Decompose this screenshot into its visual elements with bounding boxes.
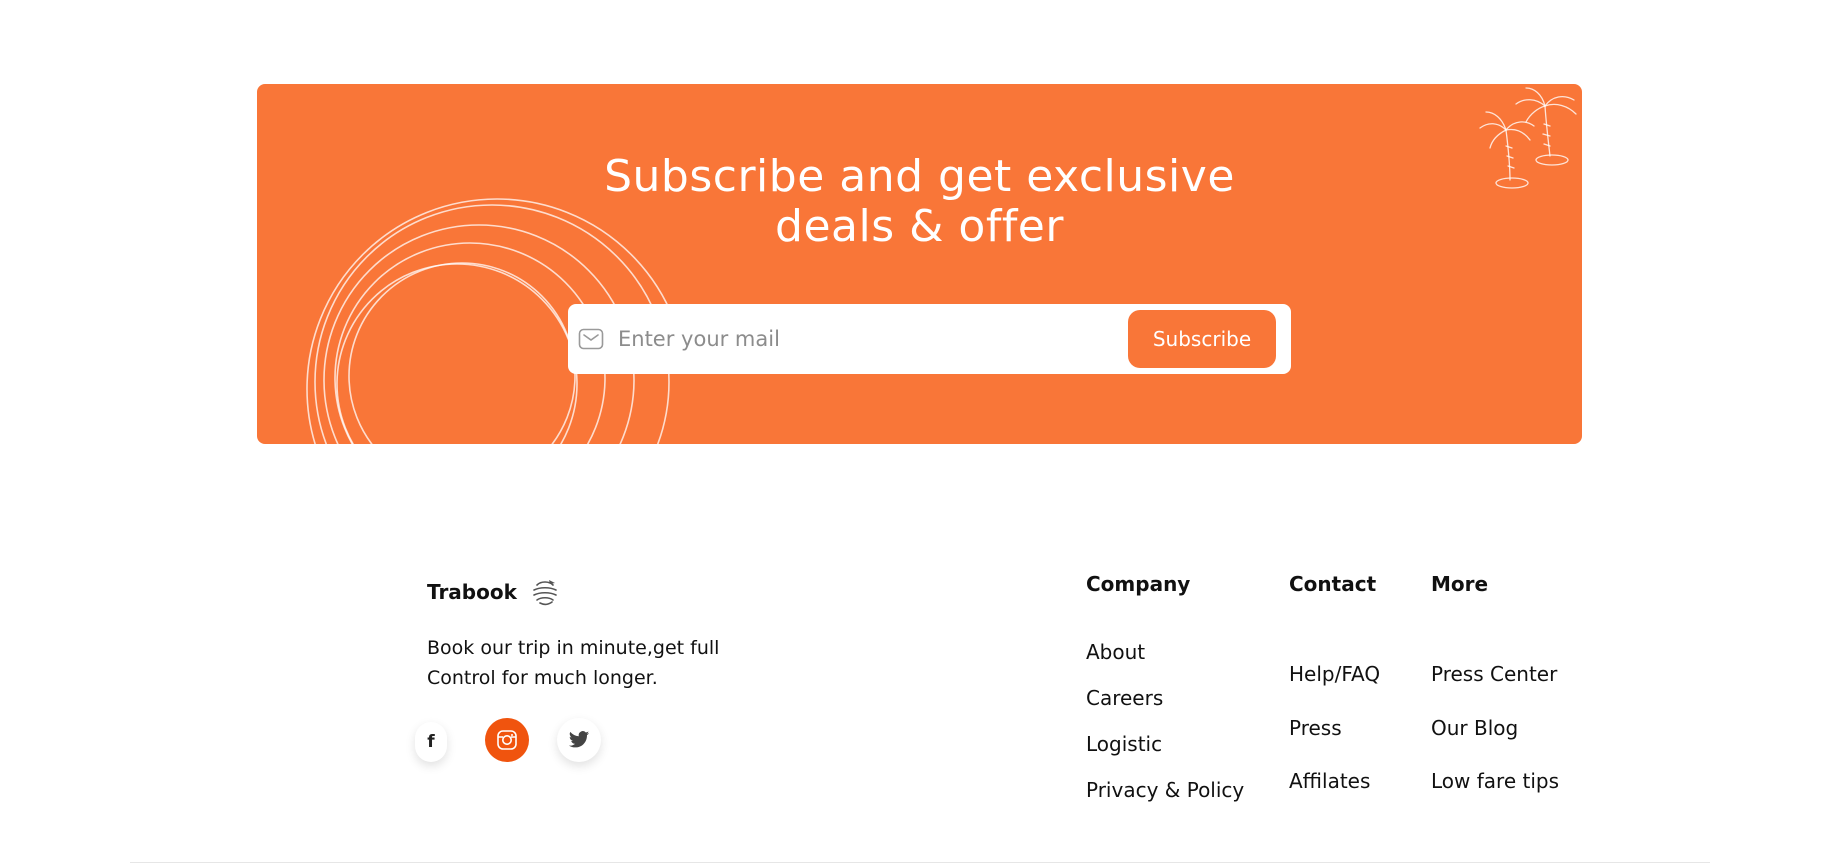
footer-divider (130, 862, 1710, 863)
email-input[interactable] (618, 316, 1068, 362)
banner-title-line-2: deals & offer (775, 201, 1064, 252)
footer-link-our-blog[interactable]: Our Blog (1431, 716, 1518, 740)
brand-tagline: Book our trip in minute,get full Control… (427, 633, 767, 693)
instagram-link[interactable] (485, 718, 529, 762)
globe-logo-icon (533, 580, 557, 606)
footer-brand: Trabook (427, 578, 559, 606)
facebook-link[interactable]: f (415, 722, 447, 762)
twitter-icon (568, 731, 590, 748)
footer-link-about[interactable]: About (1086, 640, 1145, 664)
subscribe-banner: Subscribe and get exclusive deals & offe… (257, 84, 1582, 444)
decorative-circles (306, 198, 677, 444)
more-heading: More (1431, 572, 1489, 596)
footer-link-privacy-policy[interactable]: Privacy & Policy (1086, 778, 1244, 802)
social-links: f (415, 718, 607, 762)
subscribe-form: Subscribe (568, 304, 1291, 374)
footer-link-careers[interactable]: Careers (1086, 686, 1163, 710)
footer-link-press-center[interactable]: Press Center (1431, 662, 1557, 686)
footer-column-contact: Contact Help/FAQ Press Affilates (1289, 572, 1380, 793)
facebook-icon: f (427, 732, 435, 752)
footer-link-affilates[interactable]: Affilates (1289, 769, 1370, 793)
banner-title-line-1: Subscribe and get exclusive (604, 151, 1235, 202)
contact-heading: Contact (1289, 572, 1377, 596)
footer-link-help-faq[interactable]: Help/FAQ (1289, 662, 1380, 686)
page: Subscribe and get exclusive deals & offe… (0, 0, 1829, 867)
banner-title: Subscribe and get exclusive deals & offe… (257, 152, 1582, 252)
tagline-line-2: Control for much longer. (427, 667, 658, 689)
footer-link-press[interactable]: Press (1289, 716, 1342, 740)
company-heading: Company (1086, 572, 1191, 596)
brand-name: Trabook (427, 580, 517, 604)
subscribe-button[interactable]: Subscribe (1128, 310, 1276, 368)
mail-icon (578, 328, 604, 350)
twitter-link[interactable] (557, 718, 601, 762)
footer-link-logistic[interactable]: Logistic (1086, 732, 1162, 756)
tagline-line-1: Book our trip in minute,get full (427, 637, 720, 659)
footer-column-more: More Press Center Our Blog Low fare tips (1431, 572, 1559, 793)
instagram-icon (497, 730, 517, 750)
footer-link-low-fare-tips[interactable]: Low fare tips (1431, 769, 1559, 793)
footer-column-company: Company About Careers Logistic Privacy &… (1086, 572, 1244, 802)
